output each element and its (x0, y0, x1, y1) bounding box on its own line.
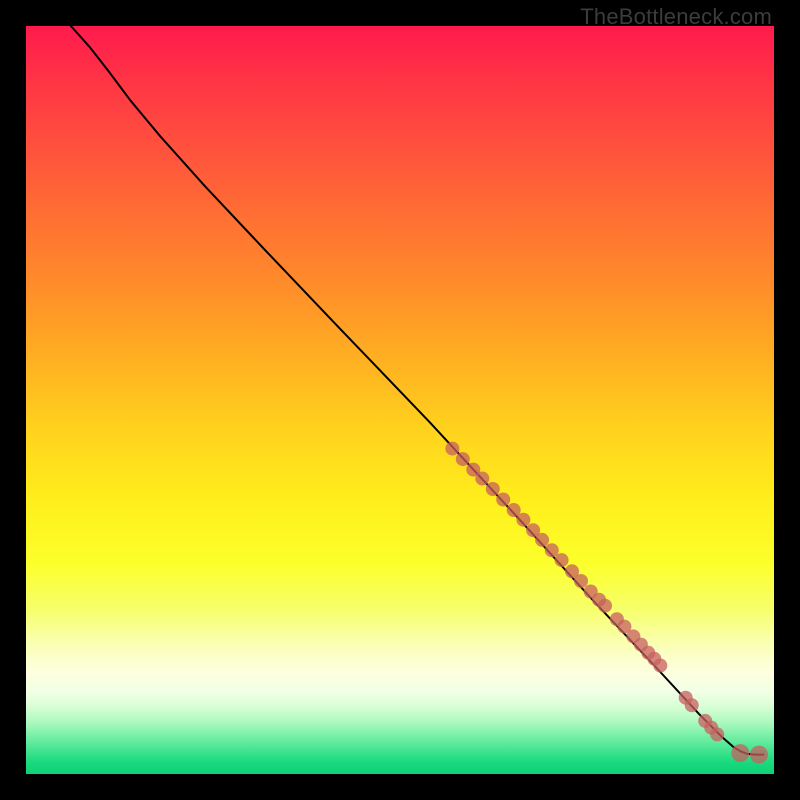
data-point (445, 442, 459, 456)
data-point (535, 533, 549, 547)
data-point (574, 574, 588, 588)
data-point (653, 659, 667, 673)
data-point (750, 746, 768, 764)
data-point (598, 599, 612, 613)
data-point (710, 727, 724, 741)
data-point (555, 553, 569, 567)
curve-line (71, 26, 764, 755)
data-point (685, 698, 699, 712)
data-point (475, 472, 489, 486)
chart-svg-layer (26, 26, 774, 774)
data-point (496, 493, 510, 507)
data-point (456, 452, 470, 466)
chart-frame: TheBottleneck.com (0, 0, 800, 800)
plot-area (26, 26, 774, 774)
data-point (486, 482, 500, 496)
data-point (516, 513, 530, 527)
data-point (731, 744, 749, 762)
